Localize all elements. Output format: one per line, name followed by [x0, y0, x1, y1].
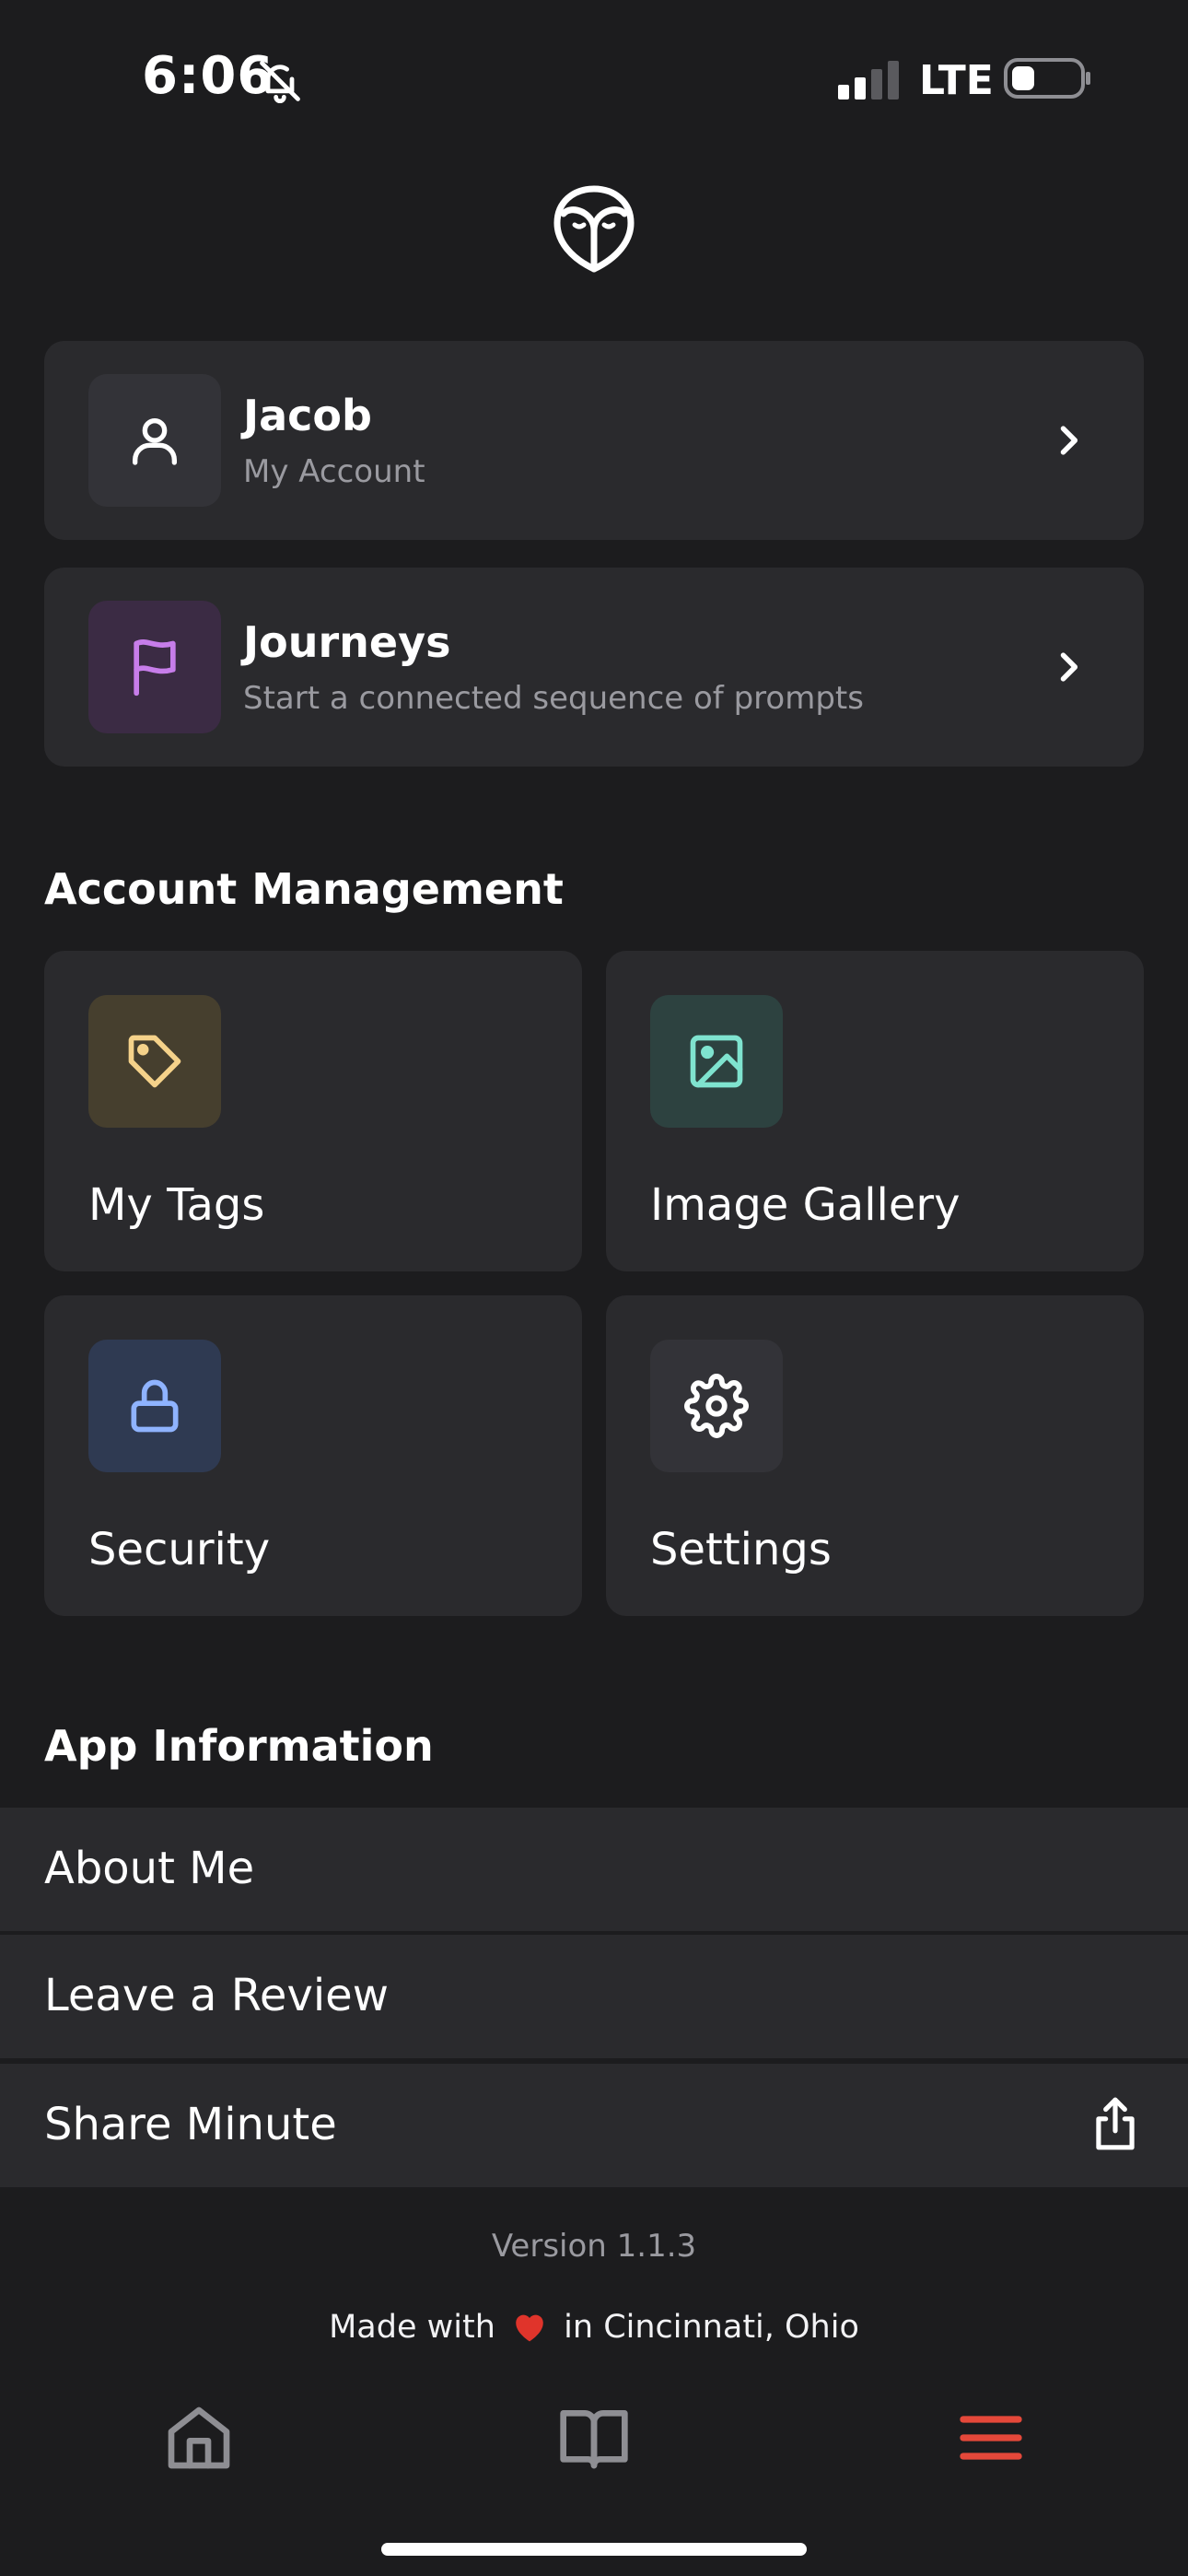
account-management-heading: Account Management — [44, 864, 564, 914]
account-icon-box — [88, 374, 221, 507]
carrier-label: LTE — [919, 57, 994, 104]
security-label: Security — [88, 1524, 271, 1575]
user-icon — [133, 418, 177, 465]
leave-review-label: Leave a Review — [44, 1970, 389, 2021]
app-information-heading: App Information — [44, 1721, 434, 1771]
settings-screen: 6:06 LTE Jacob My Account Journeys Start… — [0, 0, 1188, 2576]
version-label: Version 1.1.3 — [491, 2228, 697, 2265]
account-name: Jacob — [243, 391, 372, 440]
gallery-icon-box — [650, 995, 783, 1128]
made-with-text: Made with in Cincinnati, Ohio — [0, 2309, 1188, 2346]
account-subtitle: My Account — [243, 453, 425, 490]
settings-label: Settings — [650, 1524, 832, 1575]
signal-icon — [838, 61, 899, 100]
battery-icon — [1004, 58, 1090, 99]
image-gallery-label: Image Gallery — [650, 1179, 961, 1231]
made-with-prefix: Made with — [329, 2309, 495, 2346]
journal-tab-icon[interactable] — [557, 2401, 631, 2475]
made-with-suffix: in Cincinnati, Ohio — [564, 2309, 859, 2346]
image-icon — [690, 1035, 743, 1088]
tag-icon — [128, 1035, 181, 1088]
heart-icon — [516, 2314, 543, 2342]
bell-slash-icon — [260, 61, 300, 104]
leave-review-row[interactable]: Leave a Review — [0, 1935, 1188, 2058]
settings-icon-box — [650, 1340, 783, 1472]
share-minute-label: Share Minute — [44, 2099, 337, 2150]
home-indicator[interactable] — [381, 2543, 807, 2556]
my-account-card[interactable]: Jacob My Account — [44, 341, 1144, 540]
journeys-icon-box — [88, 601, 221, 733]
journeys-subtitle: Start a connected sequence of prompts — [243, 680, 864, 717]
lock-icon — [131, 1379, 179, 1433]
home-tab-icon[interactable] — [162, 2401, 236, 2475]
owl-logo-icon — [553, 185, 635, 273]
menu-tab-icon[interactable] — [954, 2401, 1028, 2475]
status-time: 6:06 — [142, 46, 274, 106]
journeys-card[interactable]: Journeys Start a connected sequence of p… — [44, 568, 1144, 767]
journeys-title: Journeys — [243, 617, 451, 667]
chevron-right-icon — [1060, 426, 1078, 455]
about-me-label: About Me — [44, 1843, 255, 1894]
about-me-row[interactable]: About Me — [0, 1808, 1188, 1931]
gear-icon — [684, 1374, 749, 1438]
image-gallery-tile[interactable]: Image Gallery — [606, 951, 1144, 1271]
security-tile[interactable]: Security — [44, 1295, 582, 1616]
share-minute-row[interactable]: Share Minute — [0, 2064, 1188, 2187]
settings-tile[interactable]: Settings — [606, 1295, 1144, 1616]
chevron-right-icon — [1060, 652, 1078, 682]
tags-icon-box — [88, 995, 221, 1128]
share-icon — [1096, 2097, 1135, 2150]
my-tags-tile[interactable]: My Tags — [44, 951, 582, 1271]
security-icon-box — [88, 1340, 221, 1472]
flag-icon — [134, 639, 176, 697]
my-tags-label: My Tags — [88, 1179, 265, 1231]
